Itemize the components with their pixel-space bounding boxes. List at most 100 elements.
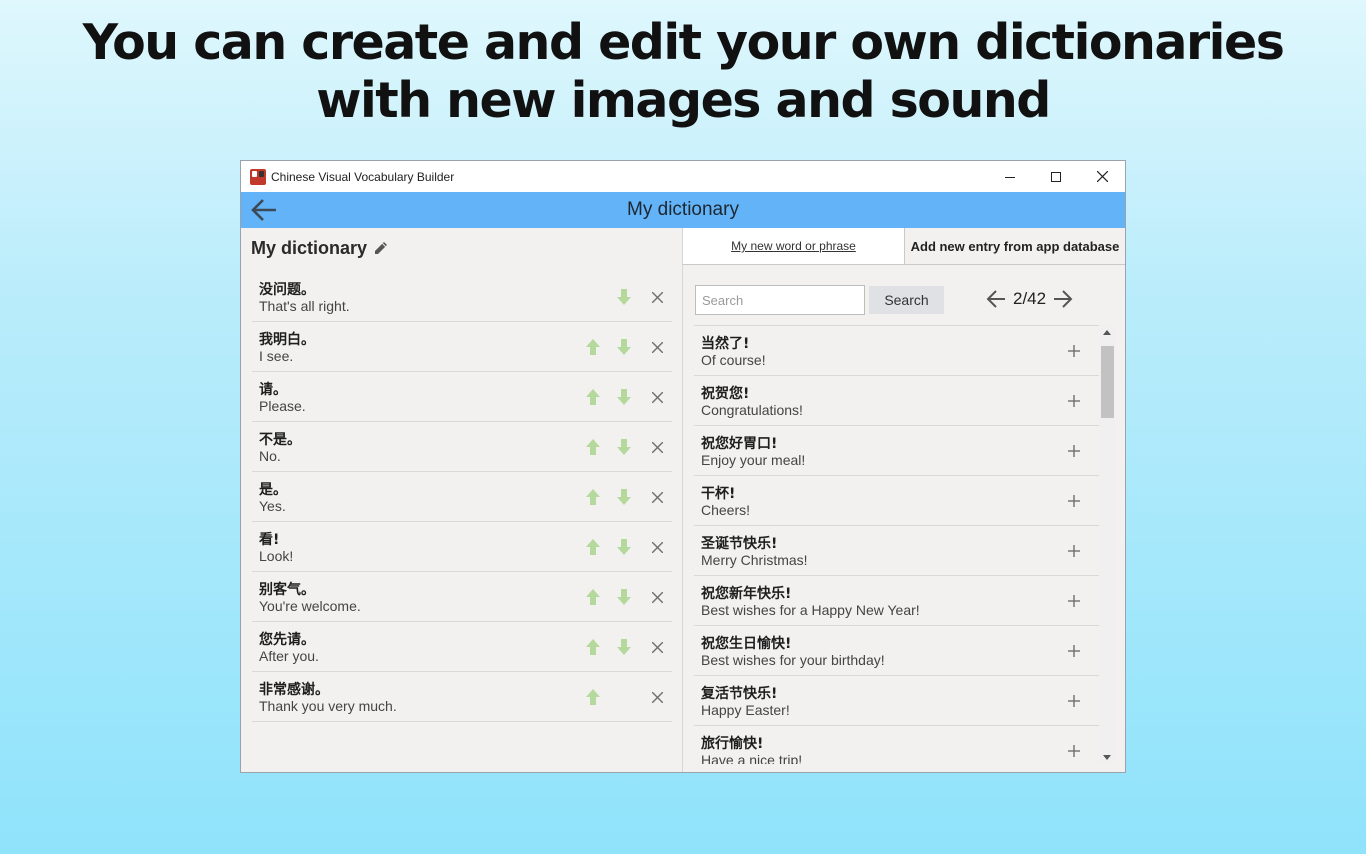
entry-chinese: 复活节快乐!	[701, 686, 778, 702]
add-entry-button[interactable]	[1062, 539, 1086, 563]
arrow-up-icon	[586, 639, 600, 655]
delete-entry-button[interactable]	[645, 635, 669, 659]
move-up-button[interactable]	[581, 485, 605, 509]
add-entry-button[interactable]	[1062, 589, 1086, 613]
entry-english: Please.	[259, 398, 306, 414]
entry-source-tabs: My new word or phrase Add new entry from…	[683, 228, 1125, 265]
entry-english: Best wishes for your birthday!	[701, 652, 885, 668]
delete-entry-button[interactable]	[645, 435, 669, 459]
move-down-button[interactable]	[612, 585, 636, 609]
add-entry-button[interactable]	[1062, 639, 1086, 663]
close-icon	[651, 491, 663, 503]
next-page-button[interactable]	[1052, 286, 1074, 312]
move-up-button[interactable]	[581, 385, 605, 409]
arrow-up-icon	[586, 539, 600, 555]
delete-entry-button[interactable]	[645, 485, 669, 509]
database-entry[interactable]: 当然了! Of course!	[694, 325, 1099, 375]
move-up-button[interactable]	[581, 435, 605, 459]
database-entry[interactable]: 干杯! Cheers!	[694, 475, 1099, 525]
add-entry-button[interactable]	[1062, 739, 1086, 763]
back-button[interactable]	[249, 196, 279, 224]
scroll-thumb[interactable]	[1101, 346, 1114, 418]
entry-english: You're welcome.	[259, 598, 361, 614]
move-up-button[interactable]	[581, 585, 605, 609]
add-entry-panel: My new word or phrase Add new entry from…	[683, 228, 1125, 772]
maximize-button[interactable]	[1033, 161, 1079, 192]
dictionary-title: My dictionary	[251, 237, 368, 258]
arrow-down-icon	[617, 339, 631, 355]
window-controls	[987, 161, 1125, 192]
entry-english: Have a nice trip!	[701, 752, 803, 764]
dictionary-entry[interactable]: 没问题。 That's all right.	[252, 272, 672, 322]
tab-app-database[interactable]: Add new entry from app database	[905, 228, 1125, 264]
database-list-scrollbar[interactable]	[1099, 325, 1115, 764]
entry-english: Merry Christmas!	[701, 552, 808, 568]
search-input[interactable]	[695, 285, 865, 315]
arrow-down-icon	[617, 389, 631, 405]
entry-chinese: 我明白。	[259, 332, 315, 348]
scroll-up-button[interactable]	[1099, 325, 1115, 339]
entry-chinese: 没问题。	[259, 282, 315, 298]
close-icon	[1096, 171, 1108, 182]
database-entry[interactable]: 祝您生日愉快! Best wishes for your birthday!	[694, 625, 1099, 675]
delete-entry-button[interactable]	[645, 685, 669, 709]
move-down-button[interactable]	[612, 535, 636, 559]
database-entry[interactable]: 圣诞节快乐! Merry Christmas!	[694, 525, 1099, 575]
previous-page-button[interactable]	[985, 286, 1007, 312]
dictionary-entry[interactable]: 请。 Please.	[252, 372, 672, 422]
move-down-button[interactable]	[612, 285, 636, 309]
move-down-button[interactable]	[612, 335, 636, 359]
delete-entry-button[interactable]	[645, 385, 669, 409]
caret-down-icon	[1103, 754, 1111, 760]
plus-icon	[1068, 595, 1080, 607]
close-button[interactable]	[1079, 161, 1125, 192]
database-entry[interactable]: 祝贺您! Congratulations!	[694, 375, 1099, 425]
entry-english: Happy Easter!	[701, 702, 790, 718]
plus-icon	[1068, 395, 1080, 407]
close-icon	[651, 591, 663, 603]
database-entry[interactable]: 旅行愉快! Have a nice trip!	[694, 725, 1099, 764]
dictionary-entry[interactable]: 别客气。 You're welcome.	[252, 572, 672, 622]
entry-chinese: 祝贺您!	[701, 386, 750, 402]
close-icon	[651, 641, 663, 653]
dictionary-entry[interactable]: 不是。 No.	[252, 422, 672, 472]
dictionary-entry[interactable]: 我明白。 I see.	[252, 322, 672, 372]
maximize-icon	[1051, 171, 1061, 182]
database-entry[interactable]: 祝您新年快乐! Best wishes for a Happy New Year!	[694, 575, 1099, 625]
tab-my-new-word[interactable]: My new word or phrase	[683, 228, 905, 265]
move-down-button[interactable]	[612, 635, 636, 659]
move-down-button[interactable]	[612, 485, 636, 509]
move-up-button[interactable]	[581, 535, 605, 559]
entry-chinese: 您先请。	[259, 632, 315, 648]
database-entry[interactable]: 祝您好胃口! Enjoy your meal!	[694, 425, 1099, 475]
add-entry-button[interactable]	[1062, 339, 1086, 363]
arrow-up-icon	[586, 339, 600, 355]
entry-english: After you.	[259, 648, 319, 664]
delete-entry-button[interactable]	[645, 585, 669, 609]
add-entry-button[interactable]	[1062, 439, 1086, 463]
dictionary-entry[interactable]: 非常感谢。 Thank you very much.	[252, 672, 672, 722]
entry-chinese: 别客气。	[259, 582, 315, 598]
dictionary-entry[interactable]: 您先请。 After you.	[252, 622, 672, 672]
scroll-down-button[interactable]	[1099, 750, 1115, 764]
search-button[interactable]: Search	[869, 286, 944, 314]
edit-title-button[interactable]	[373, 240, 389, 256]
add-entry-button[interactable]	[1062, 389, 1086, 413]
move-down-button[interactable]	[612, 385, 636, 409]
delete-entry-button[interactable]	[645, 285, 669, 309]
move-up-button[interactable]	[581, 335, 605, 359]
dictionary-entry[interactable]: 看! Look!	[252, 522, 672, 572]
dictionary-entry[interactable]: 是。 Yes.	[252, 472, 672, 522]
add-entry-button[interactable]	[1062, 489, 1086, 513]
dictionary-entry-list: 没问题。 That's all right. 我明白。 I see. 请。 Please.…	[252, 272, 672, 722]
database-entry[interactable]: 复活节快乐! Happy Easter!	[694, 675, 1099, 725]
move-up-button[interactable]	[581, 635, 605, 659]
move-down-button[interactable]	[612, 435, 636, 459]
delete-entry-button[interactable]	[645, 535, 669, 559]
close-icon	[651, 541, 663, 553]
delete-entry-button[interactable]	[645, 335, 669, 359]
minimize-button[interactable]	[987, 161, 1033, 192]
move-up-button[interactable]	[581, 685, 605, 709]
add-entry-button[interactable]	[1062, 689, 1086, 713]
pencil-icon	[375, 242, 388, 254]
